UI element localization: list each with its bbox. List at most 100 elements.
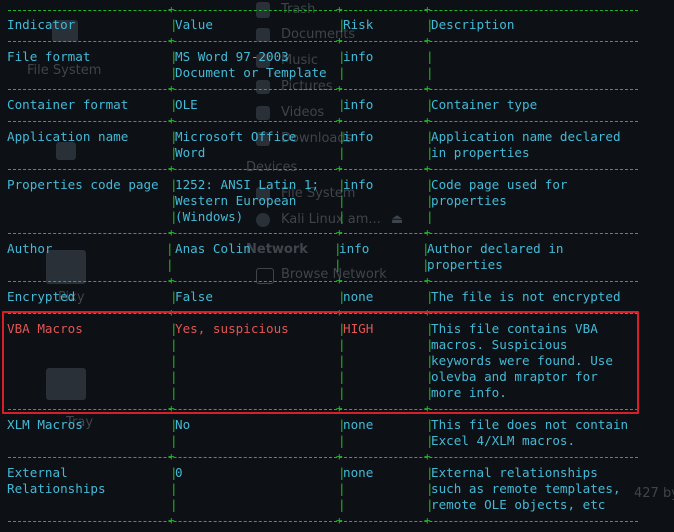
table-rule: [8, 10, 638, 11]
table-rule: [8, 89, 638, 90]
description-cell: Application name declared: [431, 129, 621, 144]
column-separator: | | |: [426, 465, 434, 512]
header-risk: Risk: [343, 17, 374, 32]
column-separator: | | |: [170, 465, 178, 512]
indicator-cell: Application name: [7, 129, 129, 144]
risk-cell: info: [339, 241, 370, 256]
description-cell: properties: [427, 257, 503, 272]
column-separator: | |: [338, 417, 346, 448]
description-cell: External relationships: [431, 465, 598, 480]
column-separator: |: [338, 97, 346, 112]
table-rule: [8, 121, 638, 122]
value-cell: 1252: ANSI Latin 1;: [175, 177, 320, 192]
table-rule-junction: +: [424, 450, 431, 463]
column-separator: |: [170, 97, 178, 112]
column-separator: | |: [426, 49, 434, 80]
value-cell: Microsoft Office: [175, 129, 297, 144]
column-separator: |: [426, 17, 434, 32]
column-separator: |: [338, 17, 346, 32]
indicator-cell: Container format: [7, 97, 129, 112]
table-rule: [8, 457, 638, 458]
table-rule-junction: +: [336, 114, 343, 127]
table-rule-junction: +: [168, 162, 175, 175]
table-rule-junction: +: [168, 226, 175, 239]
risk-cell: info: [343, 49, 374, 64]
table-rule-junction: +: [424, 514, 431, 527]
terminal-window: + + + + + + + + + + + + + + + + + + + + + + + + + + + + + + + + + Indicat…: [0, 0, 674, 532]
table-rule-junction: +: [168, 3, 175, 16]
table-rule: [8, 281, 638, 282]
table-rule-junction: +: [424, 114, 431, 127]
risk-cell: none: [343, 417, 374, 432]
indicator-cell: Encrypted: [7, 289, 76, 304]
value-cell: Western European: [175, 193, 297, 208]
column-separator: | |: [426, 129, 434, 160]
table-rule-junction: +: [168, 450, 175, 463]
table-rule-junction: +: [424, 274, 431, 287]
table-rule-junction: +: [168, 514, 175, 527]
description-cell: Author declared in: [427, 241, 564, 256]
column-separator: | |: [166, 241, 174, 272]
column-separator: |: [170, 289, 178, 304]
table-rule-junction: +: [168, 34, 175, 47]
column-separator: |: [426, 97, 434, 112]
table-rule-junction: +: [336, 274, 343, 287]
table-rule-junction: +: [424, 226, 431, 239]
table-rule-junction: +: [336, 82, 343, 95]
table-rule-junction: +: [336, 162, 343, 175]
vba-macros-highlight-box: [2, 311, 639, 414]
value-cell: Anas Colin: [175, 241, 251, 256]
table-rule-junction: +: [424, 162, 431, 175]
value-cell: Document or Template: [175, 65, 327, 80]
description-cell: in properties: [431, 145, 530, 160]
table-rule-junction: +: [424, 82, 431, 95]
indicator-cell: File format: [7, 49, 91, 64]
column-separator: | |: [170, 129, 178, 160]
column-separator: | |: [426, 417, 434, 448]
indicator-cell: Author: [7, 241, 53, 256]
description-cell: properties: [431, 193, 507, 208]
risk-cell: info: [343, 97, 374, 112]
risk-cell: none: [343, 465, 374, 480]
value-cell: False: [175, 289, 213, 304]
description-cell: such as remote templates,: [431, 481, 621, 496]
description-cell: remote OLE objects, etc: [431, 497, 606, 512]
indicator-cell: External: [7, 465, 68, 480]
description-cell: Code page used for: [431, 177, 568, 192]
table-rule-junction: +: [336, 226, 343, 239]
column-separator: | | |: [338, 177, 346, 224]
table-rule-junction: +: [168, 114, 175, 127]
value-cell: (Windows): [175, 209, 244, 224]
table-rule-junction: +: [336, 3, 343, 16]
indicator-cell: XLM Macros: [7, 417, 83, 432]
column-separator: | |: [338, 49, 346, 80]
table-rule-junction: +: [336, 514, 343, 527]
column-separator: | |: [334, 241, 342, 272]
description-cell: The file is not encrypted: [431, 289, 621, 304]
indicator-cell: Properties code page: [7, 177, 159, 192]
value-cell: MS Word 97-2003: [175, 49, 289, 64]
header-indicator: Indicator: [7, 17, 76, 32]
header-description: Description: [431, 17, 515, 32]
header-value: Value: [175, 17, 213, 32]
risk-cell: info: [343, 129, 374, 144]
table-rule: [8, 233, 638, 234]
table-rule-junction: +: [336, 34, 343, 47]
table-rule-junction: +: [424, 3, 431, 16]
description-cell: This file does not contain: [431, 417, 629, 432]
risk-cell: info: [343, 177, 374, 192]
table-rule: [8, 521, 638, 522]
risk-cell: none: [343, 289, 374, 304]
column-separator: | |: [338, 129, 346, 160]
column-separator: | | |: [338, 465, 346, 512]
column-separator: |: [170, 17, 178, 32]
table-rule-junction: +: [424, 34, 431, 47]
value-cell: OLE: [175, 97, 198, 112]
column-separator: |: [426, 289, 434, 304]
description-cell: Container type: [431, 97, 538, 112]
column-separator: |: [338, 289, 346, 304]
column-separator: | |: [170, 417, 178, 448]
table-rule-junction: +: [336, 450, 343, 463]
column-separator: | | |: [426, 177, 434, 224]
table-rule: [8, 169, 638, 170]
